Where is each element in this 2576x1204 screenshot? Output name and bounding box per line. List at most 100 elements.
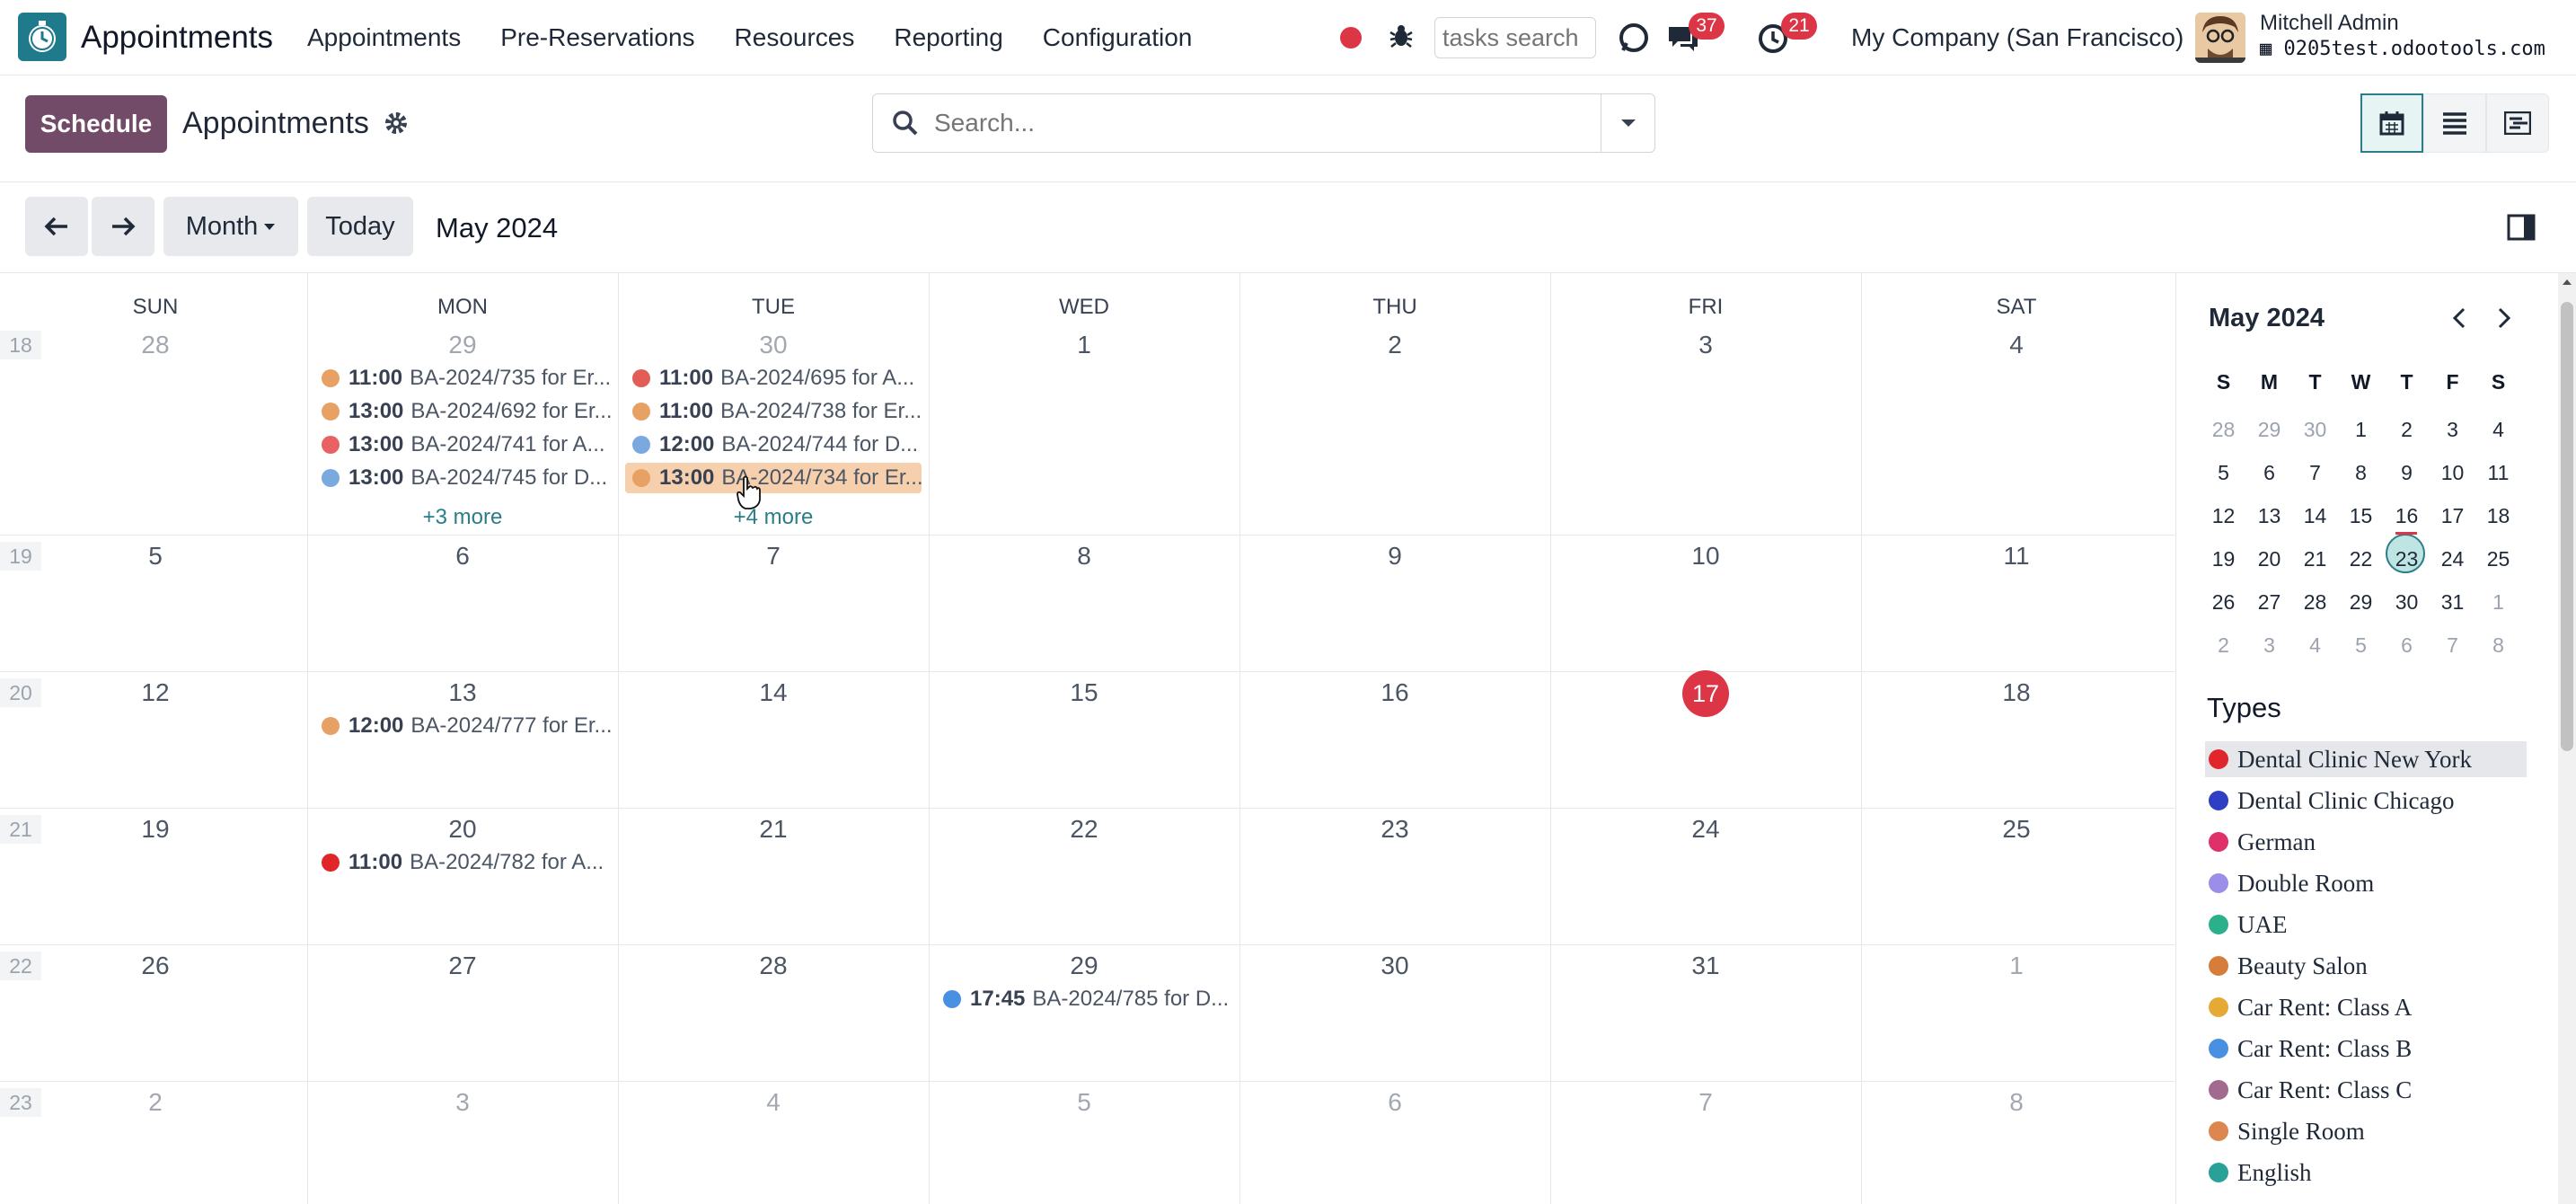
bug-icon[interactable]	[1387, 22, 1416, 50]
day-cell-number[interactable]: 7	[618, 542, 929, 571]
day-cell-number[interactable]: 2	[0, 1088, 311, 1117]
mini-day[interactable]: 26	[2201, 580, 2246, 624]
day-cell-number[interactable]: 16	[1239, 678, 1550, 707]
mini-day[interactable]: 1	[2338, 408, 2384, 451]
type-filter-item[interactable]: Dental Clinic Chicago	[2205, 783, 2527, 819]
user-avatar[interactable]	[2195, 13, 2245, 63]
mini-day[interactable]: 27	[2246, 580, 2292, 624]
mini-day[interactable]: 28	[2292, 580, 2338, 624]
type-filter-item[interactable]: Car Rent: Class B	[2205, 1031, 2527, 1067]
day-cell-number[interactable]: 22	[929, 815, 1239, 844]
mini-day[interactable]: 29	[2246, 408, 2292, 451]
menu-resources[interactable]: Resources	[735, 23, 855, 52]
mini-day[interactable]: 7	[2292, 451, 2338, 494]
calendar-view-button[interactable]	[2360, 93, 2423, 153]
mini-day[interactable]: 29	[2338, 580, 2384, 624]
day-cell-number[interactable]: 9	[1239, 542, 1550, 571]
mini-day[interactable]: 19	[2201, 537, 2246, 580]
day-cell-number[interactable]: 3	[1550, 331, 1861, 359]
day-cell-number[interactable]: 31	[1550, 952, 1861, 980]
mini-day[interactable]: 17	[2430, 494, 2475, 537]
day-cell-number[interactable]: 13	[307, 678, 618, 707]
day-cell-number[interactable]: 29	[307, 331, 618, 359]
gear-icon[interactable]	[383, 110, 410, 137]
day-cell-number[interactable]: 28	[618, 952, 929, 980]
search-options-toggle[interactable]	[1601, 94, 1654, 152]
day-cell-number[interactable]: 30	[1239, 952, 1550, 980]
type-filter-item[interactable]: Double Room	[2205, 865, 2527, 901]
menu-configuration[interactable]: Configuration	[1043, 23, 1193, 52]
day-cell-number[interactable]: 10	[1550, 542, 1861, 571]
type-filter-item[interactable]: English	[2205, 1155, 2527, 1191]
day-cell-number[interactable]: 28	[0, 331, 311, 359]
mini-day[interactable]: 21	[2292, 537, 2338, 580]
day-cell-number[interactable]: 20	[307, 815, 618, 844]
day-cell-number[interactable]: 15	[929, 678, 1239, 707]
mini-day[interactable]: 14	[2292, 494, 2338, 537]
type-filter-item[interactable]: Car Rent: Class C	[2205, 1072, 2527, 1108]
schedule-button[interactable]: Schedule	[25, 95, 167, 153]
day-cell-number[interactable]: 27	[307, 952, 618, 980]
type-filter-item[interactable]: UAE	[2205, 907, 2527, 943]
recording-indicator-icon[interactable]	[1340, 27, 1362, 49]
mini-day[interactable]: 11	[2475, 451, 2521, 494]
mini-day[interactable]: 6	[2384, 624, 2430, 667]
calendar-event[interactable]: 11:00 BA-2024/782 for A...	[314, 847, 611, 878]
menu-pre-reservations[interactable]: Pre-Reservations	[500, 23, 694, 52]
calendar-event[interactable]: 11:00 BA-2024/735 for Er...	[314, 363, 611, 394]
day-cell-number[interactable]: 14	[618, 678, 929, 707]
calendar-event-hovered[interactable]: 13:00 BA-2024/734 for Er...	[625, 463, 922, 493]
calendar-event[interactable]: 11:00 BA-2024/738 for Er...	[625, 396, 922, 427]
more-events-link[interactable]: +3 more	[307, 505, 618, 530]
gantt-view-button[interactable]	[2486, 93, 2549, 153]
type-filter-item[interactable]: Car Rent: Class A	[2205, 989, 2527, 1025]
day-cell-number[interactable]: 12	[0, 678, 311, 707]
mini-day[interactable]: 2	[2201, 624, 2246, 667]
mini-day[interactable]: 9	[2384, 451, 2430, 494]
day-cell-number[interactable]: 7	[1550, 1088, 1861, 1117]
scale-dropdown[interactable]: Month	[163, 197, 298, 256]
day-cell-number[interactable]: 11	[1861, 542, 2172, 571]
next-button[interactable]	[92, 197, 154, 256]
day-cell-number[interactable]: 26	[0, 952, 311, 980]
mini-day[interactable]: 24	[2430, 537, 2475, 580]
mini-day[interactable]: 25	[2475, 537, 2521, 580]
day-cell-number[interactable]: 1	[1861, 952, 2172, 980]
mini-day[interactable]: 3	[2430, 408, 2475, 451]
mini-day[interactable]: 6	[2246, 451, 2292, 494]
mini-day[interactable]: 22	[2338, 537, 2384, 580]
mini-day[interactable]: 28	[2201, 408, 2246, 451]
day-cell-number[interactable]: 24	[1550, 815, 1861, 844]
chevron-right-icon[interactable]	[2491, 305, 2516, 331]
day-cell-number[interactable]: 8	[929, 542, 1239, 571]
mini-day[interactable]: 30	[2384, 580, 2430, 624]
calendar-event[interactable]: 17:45 BA-2024/785 for D...	[936, 984, 1232, 1014]
day-cell-number[interactable]: 30	[618, 331, 929, 359]
mini-day[interactable]: 12	[2201, 494, 2246, 537]
day-cell-number[interactable]: 5	[929, 1088, 1239, 1117]
today-marker[interactable]: 17	[1682, 670, 1729, 717]
chevron-left-icon[interactable]	[2448, 305, 2473, 331]
mini-day[interactable]: 8	[2338, 451, 2384, 494]
appointments-app-icon[interactable]	[18, 13, 66, 61]
mini-day[interactable]: 16	[2384, 494, 2430, 537]
today-button[interactable]: Today	[307, 197, 413, 256]
mini-day[interactable]: 30	[2292, 408, 2338, 451]
mini-day[interactable]: 4	[2475, 408, 2521, 451]
type-filter-item[interactable]: Dental Clinic New York	[2205, 741, 2527, 777]
calendar-event[interactable]: 13:00 BA-2024/745 for D...	[314, 463, 611, 493]
mini-day[interactable]: 23	[2384, 537, 2430, 580]
mini-day[interactable]: 13	[2246, 494, 2292, 537]
type-filter-item[interactable]: German	[2205, 824, 2527, 860]
calendar-event[interactable]: 13:00 BA-2024/741 for A...	[314, 429, 611, 460]
company-switcher[interactable]: My Company (San Francisco)	[1851, 23, 2183, 52]
discuss-icon[interactable]	[1616, 20, 1652, 56]
mini-day[interactable]: 2	[2384, 408, 2430, 451]
mini-day[interactable]: 1	[2475, 580, 2521, 624]
mini-day[interactable]: 20	[2246, 537, 2292, 580]
mini-day[interactable]: 7	[2430, 624, 2475, 667]
day-cell-number[interactable]: 25	[1861, 815, 2172, 844]
user-name[interactable]: Mitchell Admin	[2260, 11, 2399, 36]
tasks-search-input[interactable]	[1434, 17, 1596, 58]
day-cell-number[interactable]: 19	[0, 815, 311, 844]
